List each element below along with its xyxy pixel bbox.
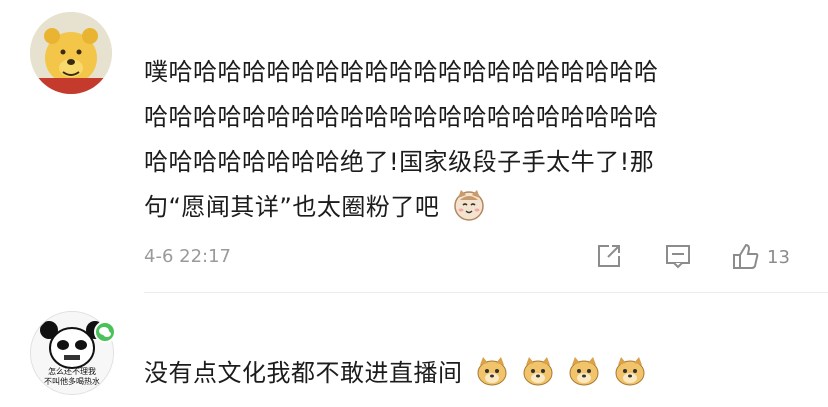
comment-text: 没有点文化我都不敢进直播间	[144, 351, 647, 396]
comment-line-text: 句“愿闻其详”也太圈粉了吧	[144, 193, 440, 221]
cat-face-emoji-icon	[452, 188, 486, 222]
comment-line-text: 没有点文化我都不敢进直播间	[144, 359, 463, 387]
avatar-caption-line: 怎么还不理我	[48, 367, 96, 376]
like-count: 13	[767, 246, 790, 268]
pooh-avatar-icon	[30, 12, 112, 94]
thumbs-up-icon	[733, 243, 759, 269]
wechat-badge-icon	[94, 321, 116, 343]
comment-line: 哈哈哈哈哈哈哈哈哈哈哈哈哈哈哈哈哈哈哈哈哈	[144, 103, 659, 131]
comment-item: 怎么还不理我 不叫他多喝热水 没有点文化我都不敢进直播间	[0, 293, 828, 407]
avatar-caption-line: 不叫他多喝热水	[44, 377, 100, 386]
share-button[interactable]	[595, 242, 623, 270]
like-button[interactable]: 13	[731, 242, 790, 272]
avatar[interactable]	[30, 12, 112, 94]
doge-emoji-icon	[613, 354, 647, 388]
doge-emoji-icon	[567, 354, 601, 388]
comment-timestamp: 4-6 22:17	[144, 246, 231, 267]
reply-button[interactable]	[664, 242, 692, 270]
doge-emoji-icon	[521, 354, 555, 388]
share-icon	[598, 245, 620, 267]
doge-emoji-icon	[475, 354, 509, 388]
comment-icon	[666, 245, 690, 269]
comment-line: 哈哈哈哈哈哈哈哈绝了!国家级段子手太牛了!那	[144, 148, 655, 176]
avatar-caption: 怎么还不理我 不叫他多喝热水	[35, 367, 109, 387]
comment-text: 噗哈哈哈哈哈哈哈哈哈哈哈哈哈哈哈哈哈哈哈哈 哈哈哈哈哈哈哈哈哈哈哈哈哈哈哈哈哈哈…	[144, 50, 659, 230]
comment-line: 噗哈哈哈哈哈哈哈哈哈哈哈哈哈哈哈哈哈哈哈哈	[144, 58, 659, 86]
comment-item: 噗哈哈哈哈哈哈哈哈哈哈哈哈哈哈哈哈哈哈哈哈 哈哈哈哈哈哈哈哈哈哈哈哈哈哈哈哈哈哈…	[0, 0, 828, 292]
comment-line: 句“愿闻其详”也太圈粉了吧	[144, 185, 659, 230]
